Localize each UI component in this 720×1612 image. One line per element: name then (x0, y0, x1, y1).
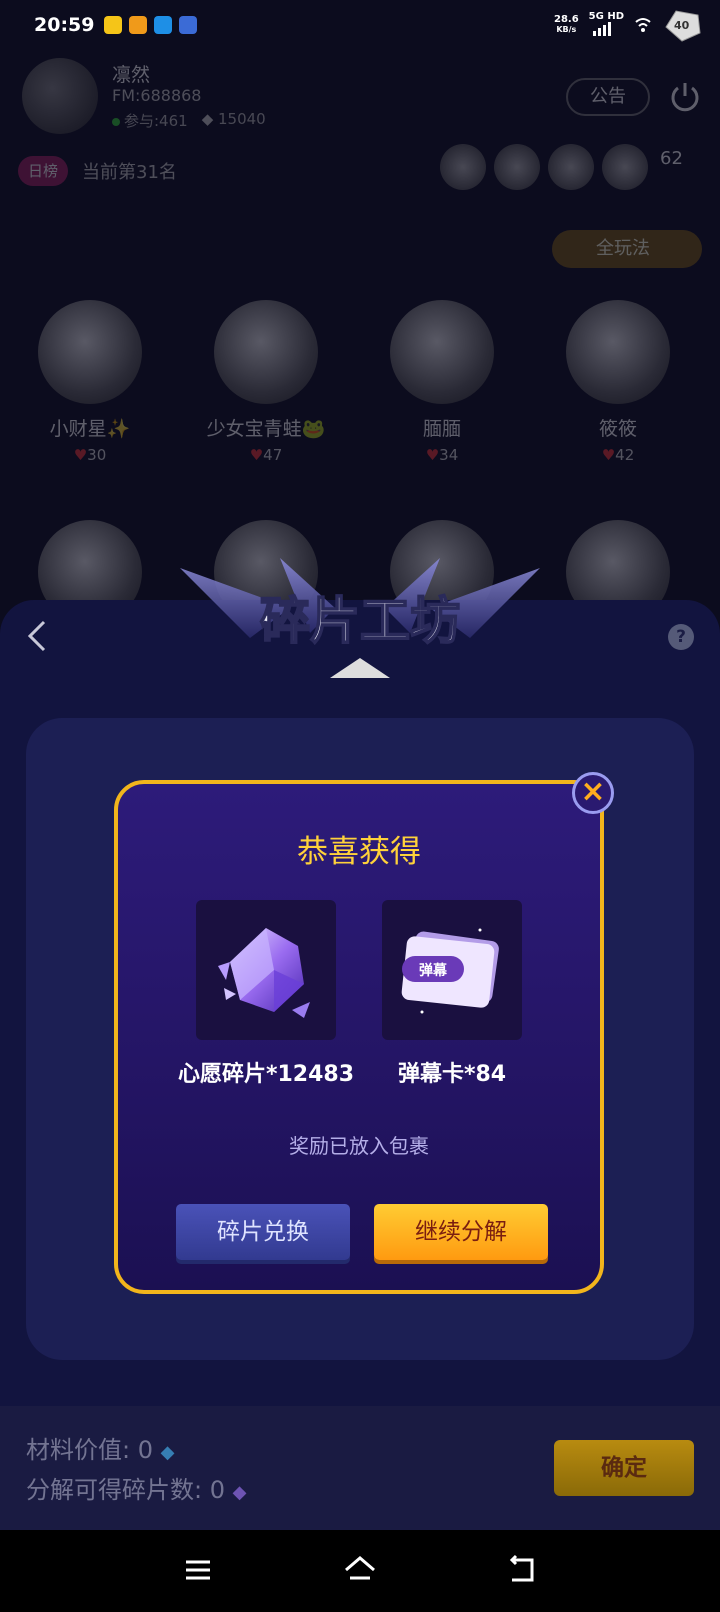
mic-seat[interactable] (38, 300, 142, 404)
fragment-icon: ◆ (232, 1482, 247, 1503)
notice-button[interactable]: 公告 (566, 78, 650, 116)
diamond-icon: ◆ (160, 1442, 175, 1463)
host-stats: 参与:461 ◆ 15040 (112, 110, 266, 131)
mic-seat[interactable] (566, 300, 670, 404)
rank-text: 当前第31名 (82, 162, 177, 183)
fragment-count-line: 分解可得碎片数: 0 ◆ (26, 1476, 247, 1504)
back-arrow-icon[interactable] (22, 616, 52, 656)
viewer-count[interactable]: 62 (660, 148, 683, 169)
host-name: 凛然 (112, 64, 151, 86)
network-speed: 28.6 KB/s (553, 14, 579, 35)
seat-hearts: ♥47 (249, 446, 283, 464)
seat-name: 少女宝青蛙🐸 (206, 418, 326, 440)
seat-hearts: ♥42 (601, 446, 635, 464)
dialog-note: 奖励已放入包裹 (289, 1134, 429, 1158)
danmaku-card-icon: 弹幕 (401, 928, 499, 1014)
status-bar: 20:59 28.6 KB/s 5G HD 40 (0, 0, 720, 50)
viewer-avatar[interactable] (602, 144, 648, 190)
dialog-title: 恭喜获得 (297, 834, 421, 870)
workshop-logo: 碎片工坊 (180, 558, 540, 678)
heart-icon: ♥ (601, 446, 616, 464)
wifi-icon (635, 18, 651, 32)
help-icon[interactable]: ? (668, 624, 694, 650)
reward-dialog: 恭喜获得 心愿碎片*12483 弹幕 弹幕卡*84 奖励已放入包裹 碎片兑换 继… (114, 780, 604, 1294)
seat-hearts: ♥34 (425, 446, 459, 464)
material-value-line: 材料价值: 0 ◆ (26, 1436, 175, 1464)
mic-seat[interactable] (214, 300, 318, 404)
reward-label: 弹幕卡*84 (397, 1062, 507, 1087)
workshop-title: 碎片工坊 (260, 592, 460, 650)
continue-decompose-button[interactable]: 继续分解 (374, 1204, 548, 1260)
viewer-avatar[interactable] (440, 144, 486, 190)
fragment-exchange-button[interactable]: 碎片兑换 (176, 1204, 350, 1260)
workshop-bottom-bar: 材料价值: 0 ◆ 分解可得碎片数: 0 ◆ 确定 (0, 1406, 720, 1530)
seat-name: 小财星✨ (49, 418, 131, 440)
viewer-avatar[interactable] (494, 144, 540, 190)
seat-name: 腼腼 (422, 418, 461, 440)
rank-tag[interactable]: 日榜 (18, 156, 69, 186)
battery-icon: 40 (662, 7, 702, 43)
notification-app-icon (104, 16, 123, 34)
heart-icon: ♥ (73, 446, 88, 464)
heart-icon: ♥ (249, 446, 264, 464)
reward-item-crystal (196, 900, 336, 1040)
reward-item-danmaku: 弹幕 (382, 900, 522, 1040)
status-time: 20:59 (34, 14, 95, 36)
notification-app-icon (154, 16, 173, 34)
system-nav-bar (0, 1530, 720, 1612)
notification-app-icon (179, 16, 198, 34)
play-mode-button[interactable]: 全玩法 (552, 230, 702, 268)
crystal-fragment-icon (218, 928, 310, 1018)
power-icon[interactable] (668, 80, 702, 114)
mic-seat[interactable] (390, 300, 494, 404)
close-icon[interactable]: × (572, 772, 614, 814)
diamond-icon: ◆ (201, 110, 218, 128)
menu-icon[interactable] (180, 1552, 216, 1588)
host-id: FM:688868 (112, 86, 202, 105)
confirm-button[interactable]: 确定 (554, 1440, 694, 1496)
heart-icon: ♥ (425, 446, 440, 464)
notification-app-icon (129, 16, 148, 34)
danmaku-card-text: 弹幕 (419, 962, 448, 979)
seat-hearts: ♥30 (73, 446, 107, 464)
voice-room-background: 凛然 FM:688868 参与:461 ◆ 15040 公告 日榜 当前第31名… (0, 50, 720, 624)
seat-name: 筱筱 (598, 418, 637, 440)
home-icon[interactable] (342, 1552, 378, 1588)
viewer-avatar[interactable] (548, 144, 594, 190)
host-avatar[interactable] (22, 58, 98, 134)
back-icon[interactable] (504, 1552, 540, 1588)
signal-icon: 5G HD (589, 11, 624, 39)
